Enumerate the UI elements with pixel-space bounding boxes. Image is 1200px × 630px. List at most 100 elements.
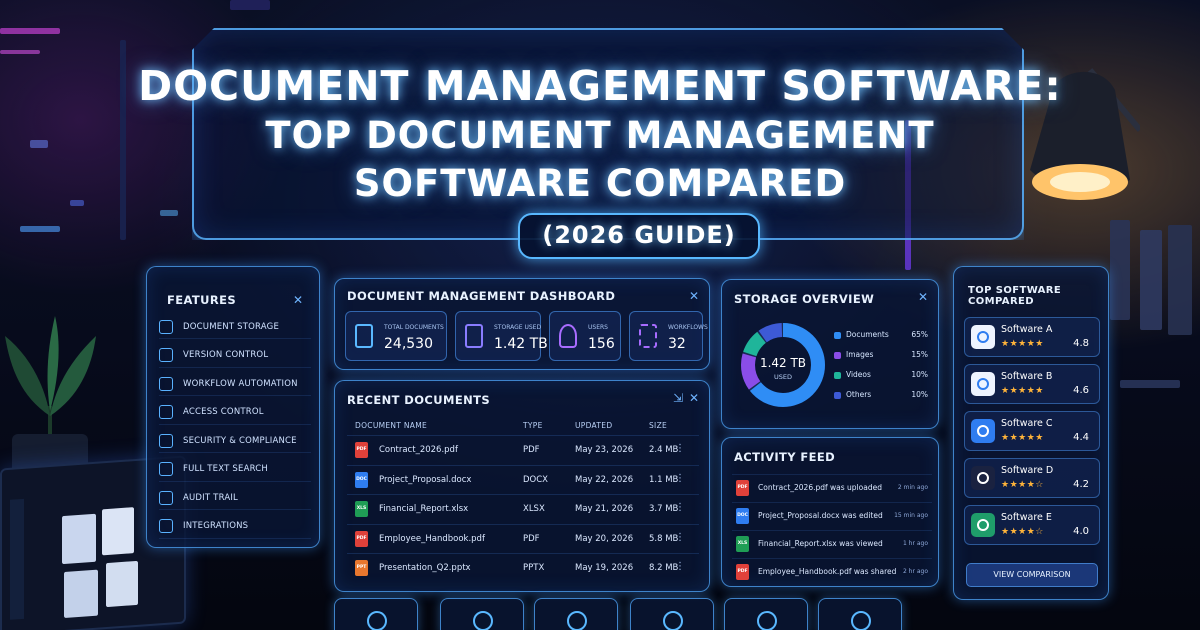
document-size: 1.1 MB (649, 474, 679, 485)
feature-item[interactable]: FULL TEXT SEARCH (159, 458, 311, 482)
activity-title: ACTIVITY FEED (734, 450, 836, 464)
star-rating-icon: ★★★★★ (1001, 386, 1044, 396)
close-icon[interactable]: ✕ (293, 293, 303, 307)
inbox-icon (473, 611, 493, 630)
stat-card[interactable]: WORKFLOWS 32 (629, 311, 708, 361)
storage-center-value: 1.42 TB (759, 356, 807, 370)
activity-text: Contract_2026.pdf was uploaded (758, 483, 882, 492)
stat-label: WORKFLOWS (668, 324, 708, 331)
feature-label: WORKFLOW AUTOMATION (183, 378, 298, 389)
file-type-icon: PDF (355, 530, 368, 547)
cloud-icon (367, 611, 387, 630)
shield-icon (663, 611, 683, 630)
feature-label: SECURITY & COMPLIANCE (183, 435, 297, 446)
column-header-size[interactable]: SIZE (649, 421, 667, 430)
file-type-icon: DOC (355, 471, 368, 488)
software-rating: 4.8 (1073, 338, 1089, 349)
dashboard-panel: DOCUMENT MANAGEMENT DASHBOARD ✕ TOTAL DO… (334, 278, 710, 370)
activity-item[interactable]: PDF Employee_Handbook.pdf was shared 2 hr … (732, 558, 932, 584)
activity-text: Financial_Report.xlsx was viewed (758, 539, 883, 548)
software-name: Software D (1001, 465, 1054, 476)
more-options-icon[interactable]: ⋮ (675, 561, 685, 572)
storage-title: STORAGE OVERVIEW (734, 292, 875, 306)
version-icon (159, 348, 173, 362)
close-icon[interactable]: ✕ (689, 391, 699, 405)
document-updated: May 19, 2026 (575, 563, 634, 573)
document-name[interactable]: Financial_Report.xlsx (379, 504, 468, 514)
activity-time: 1 hr ago (902, 540, 928, 547)
more-options-icon[interactable]: ⋮ (675, 502, 685, 513)
activity-item[interactable]: DOC Project_Proposal.docx was edited 15 mi… (732, 502, 932, 528)
software-logo-icon (971, 513, 995, 537)
legend-name: Videos (846, 370, 871, 379)
feature-item[interactable]: AUDIT TRAIL (159, 486, 311, 510)
document-name[interactable]: Employee_Handbook.pdf (379, 534, 485, 544)
bottom-nav-button[interactable] (724, 598, 808, 630)
activity-item[interactable]: PDF Contract_2026.pdf was uploaded 2 min a… (732, 474, 932, 500)
column-header-updated[interactable]: UPDATED (575, 421, 612, 430)
feature-item[interactable]: INTEGRATIONS (159, 515, 311, 539)
feature-item[interactable]: VERSION CONTROL (159, 344, 311, 368)
feature-item[interactable]: DOCUMENT STORAGE (159, 315, 311, 339)
bottom-nav-button[interactable] (334, 598, 418, 630)
close-icon[interactable]: ✕ (918, 290, 928, 304)
subtitle-badge: (2026 GUIDE) (518, 213, 760, 259)
file-type-icon: PPT (355, 560, 368, 576)
document-name[interactable]: Presentation_Q2.pptx (379, 563, 471, 573)
view-comparison-button[interactable]: VIEW COMPARISON (966, 563, 1098, 587)
column-header-name[interactable]: DOCUMENT NAME (355, 421, 427, 430)
user-icon (559, 324, 577, 348)
feature-item[interactable]: ACCESS CONTROL (159, 401, 311, 425)
column-header-type[interactable]: TYPE (523, 421, 543, 430)
software-card[interactable]: Software C ★★★★★ 4.4 (964, 411, 1100, 451)
document-name[interactable]: Contract_2026.pdf (379, 445, 458, 455)
legend-swatch (834, 332, 841, 339)
headline-line-3: SOFTWARE COMPARED (353, 162, 847, 205)
table-row[interactable]: DOC Project_Proposal.docx DOCX May 22, 2026… (347, 464, 699, 494)
software-card[interactable]: Software D ★★★★☆ 4.2 (964, 458, 1100, 498)
table-row[interactable]: XLS Financial_Report.xlsx XLSX May 21, 2026… (347, 494, 699, 523)
more-options-icon[interactable]: ⋮ (675, 443, 685, 454)
legend-item: Documents 65% (834, 330, 928, 342)
table-row[interactable]: PDF Contract_2026.pdf PDF May 23, 2026 2.4 M… (347, 435, 699, 464)
close-icon[interactable]: ✕ (689, 289, 699, 303)
software-logo-icon (971, 372, 995, 396)
logo-mark (977, 472, 989, 484)
activity-text: Employee_Handbook.pdf was shared (758, 567, 897, 576)
software-card[interactable]: Software B ★★★★★ 4.6 (964, 364, 1100, 404)
expand-icon[interactable]: ⇲ (673, 391, 683, 405)
more-options-icon[interactable]: ⋮ (675, 532, 685, 543)
document-name[interactable]: Project_Proposal.docx (379, 475, 471, 485)
document-updated: May 22, 2026 (575, 474, 634, 485)
headline-line-1: DOCUMENT MANAGEMENT SOFTWARE: (138, 62, 1062, 110)
software-name: Software E (1001, 512, 1052, 523)
activity-time: 2 hr ago (902, 568, 928, 575)
stat-card[interactable]: USERS 156 (549, 311, 621, 361)
bottom-nav-button[interactable] (818, 598, 902, 630)
bottom-nav-button[interactable] (440, 598, 524, 630)
stat-card[interactable]: STORAGE USED 1.42 TB (455, 311, 548, 361)
document-size: 3.7 MB (649, 504, 679, 514)
file-type-icon: PDF (355, 442, 368, 458)
bottom-nav-button[interactable] (630, 598, 714, 630)
activity-time: 15 min ago (894, 512, 928, 519)
activity-item[interactable]: XLS Financial_Report.xlsx was viewed 1 hr … (732, 530, 932, 556)
file-type-icon: PDF (736, 480, 749, 496)
table-row[interactable]: PPT Presentation_Q2.pptx PPTX May 19, 2026 8… (347, 553, 699, 582)
more-options-icon[interactable]: ⋮ (675, 473, 685, 484)
bottom-nav-button[interactable] (534, 598, 618, 630)
stat-label: TOTAL DOCUMENTS (384, 324, 444, 331)
logo-mark (977, 331, 989, 343)
activity-text: Project_Proposal.docx was edited (758, 511, 883, 520)
software-card[interactable]: Software E ★★★★☆ 4.0 (964, 505, 1100, 545)
feature-item[interactable]: WORKFLOW AUTOMATION (159, 372, 311, 396)
legend-swatch (834, 352, 841, 359)
legend-name: Others (846, 390, 872, 399)
stat-card[interactable]: TOTAL DOCUMENTS 24,530 (345, 311, 447, 361)
table-row[interactable]: PDF Employee_Handbook.pdf PDF May 20, 2026 5… (347, 523, 699, 553)
software-card[interactable]: Software A ★★★★★ 4.8 (964, 317, 1100, 357)
file-type-icon: PDF (736, 564, 749, 580)
feature-item[interactable]: SECURITY & COMPLIANCE (159, 429, 311, 453)
logo-mark (977, 519, 989, 531)
stat-value: 32 (668, 336, 686, 352)
